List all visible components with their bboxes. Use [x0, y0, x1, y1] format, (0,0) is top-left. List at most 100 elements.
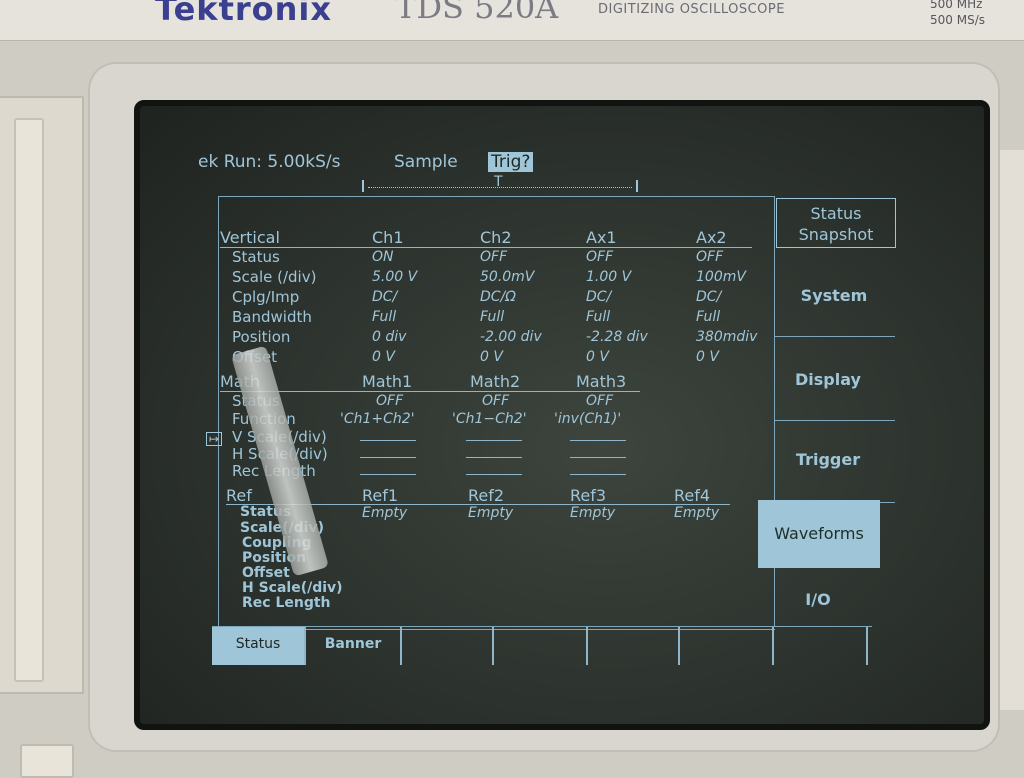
vertical-row-label: Bandwidth [232, 308, 312, 326]
ref-row-label: Offset [242, 565, 290, 581]
vertical-value: 0 V [696, 349, 719, 365]
side-menu-waveforms[interactable]: Waveforms [758, 500, 880, 568]
math-header-rule [220, 391, 640, 392]
vertical-value: -2.28 div [586, 329, 648, 345]
vertical-value: 380mdiv [696, 329, 758, 345]
math-empty-value [570, 457, 626, 458]
math-value: OFF [482, 393, 510, 409]
side-menu-separator [775, 420, 895, 421]
crt-screen: ek Run: 5.00kS/s Sample Trig? T Vertical… [134, 100, 990, 730]
side-menu-trigger[interactable]: Trigger [768, 450, 888, 469]
math-value: 'inv(Ch1)' [554, 411, 622, 427]
instrument-top-bezel: Tektronix TDS 520A DIGITIZING OSCILLOSCO… [0, 0, 1024, 41]
side-menu-system[interactable]: System [774, 286, 894, 305]
vertical-value: Full [586, 309, 611, 325]
ref-value: Empty [468, 505, 514, 521]
snapshot-label-line2: Snapshot [798, 225, 874, 244]
bottom-menu-slot-5[interactable] [588, 627, 680, 665]
selection-arrow-icon: ↦ [206, 432, 223, 446]
vertical-value: 0 V [480, 349, 503, 365]
vertical-value: 0 V [372, 349, 395, 365]
vertical-value: 0 div [372, 329, 407, 345]
vertical-value: 100mV [696, 269, 746, 285]
snapshot-label-line1: Status [810, 204, 862, 223]
math-value: OFF [586, 393, 614, 409]
floppy-slot[interactable] [14, 118, 44, 682]
ref-row-label: H Scale(/div) [242, 580, 343, 596]
side-menu-io[interactable]: I/O [758, 590, 878, 609]
bezel-side-buttons-strip [998, 150, 1024, 710]
vertical-value: DC/ [696, 289, 722, 305]
vertical-value: ON [372, 249, 394, 265]
math-empty-value [360, 457, 416, 458]
vertical-section-title: Vertical [220, 228, 280, 247]
vertical-value: Full [696, 309, 721, 325]
acquisition-mode: Sample [394, 152, 458, 172]
math-empty-value [466, 474, 522, 475]
side-menu-display[interactable]: Display [768, 370, 888, 389]
bottom-menu-banner[interactable]: Banner [306, 627, 402, 665]
floppy-eject-button[interactable] [20, 744, 74, 778]
vertical-value: OFF [480, 249, 508, 265]
math-empty-value [360, 474, 416, 475]
bottom-menu-slot-6[interactable] [680, 627, 774, 665]
spec-sample-rate: 500 MS/s [930, 13, 985, 27]
vertical-value: Full [480, 309, 505, 325]
vertical-value: OFF [586, 249, 614, 265]
math-empty-value [570, 440, 626, 441]
vertical-value: 0 V [586, 349, 609, 365]
vertical-col-ch1: Ch1 [372, 228, 404, 247]
vertical-col-ax2: Ax2 [696, 228, 727, 247]
side-menu-separator [775, 336, 895, 337]
spec-bandwidth: 500 MHz [930, 0, 983, 11]
math-col-math3: Math3 [576, 372, 627, 391]
vertical-value: -2.00 div [480, 329, 542, 345]
bottom-menu-slot-7[interactable] [774, 627, 868, 665]
ref-value: Empty [570, 505, 616, 521]
math-empty-value [360, 440, 416, 441]
vertical-value: 1.00 V [586, 269, 632, 285]
bottom-menu-slot-3[interactable] [402, 627, 494, 665]
math-empty-value [570, 474, 626, 475]
ref-section-title: Ref [226, 486, 252, 505]
acquisition-status: ek Run: 5.00kS/s [198, 152, 341, 172]
math-value: 'Ch1−Ch2' [452, 411, 527, 427]
math-col-math1: Math1 [362, 372, 413, 391]
vertical-row-label: Scale (/div) [232, 268, 317, 286]
vertical-value: Full [372, 309, 397, 325]
vertical-row-label: Cplg/Imp [232, 288, 300, 306]
ref-col-ref4: Ref4 [674, 486, 711, 505]
math-empty-value [466, 457, 522, 458]
vertical-value: DC/Ω [480, 289, 516, 305]
ref-value: Empty [362, 505, 408, 521]
math-value: 'Ch1+Ch2' [340, 411, 415, 427]
model-name: TDS 520A [395, 0, 559, 26]
brand-logo: Tektronix [155, 0, 333, 28]
math-value: OFF [376, 393, 404, 409]
ref-col-ref3: Ref3 [570, 486, 607, 505]
ref-col-ref2: Ref2 [468, 486, 505, 505]
spec-label: 500 MHz 500 MS/s [930, 0, 985, 28]
trigger-status-badge: Trig? [488, 152, 534, 172]
math-empty-value [466, 440, 522, 441]
vertical-col-ax1: Ax1 [586, 228, 617, 247]
trigger-position-marker: T [494, 174, 503, 190]
model-subtitle: DIGITIZING OSCILLOSCOPE [598, 2, 785, 17]
vertical-header-rule [220, 247, 752, 248]
ref-col-ref1: Ref1 [362, 486, 399, 505]
math-col-math2: Math2 [470, 372, 521, 391]
vertical-row-label: Position [232, 328, 291, 346]
vertical-value: DC/ [586, 289, 612, 305]
vertical-col-ch2: Ch2 [480, 228, 512, 247]
vertical-value: DC/ [372, 289, 398, 305]
bottom-menu-status[interactable]: Status [212, 627, 306, 665]
record-view-bar: T [362, 174, 638, 192]
vertical-row-label: Status [232, 248, 280, 266]
vertical-value: 5.00 V [372, 269, 418, 285]
ref-row-label: Rec Length [242, 595, 331, 611]
bottom-menu-slot-4[interactable] [494, 627, 588, 665]
floppy-drive [0, 96, 84, 778]
vertical-value: OFF [696, 249, 724, 265]
bottom-menu: Status Banner [212, 626, 872, 665]
status-snapshot-button[interactable]: Status Snapshot [776, 198, 896, 248]
